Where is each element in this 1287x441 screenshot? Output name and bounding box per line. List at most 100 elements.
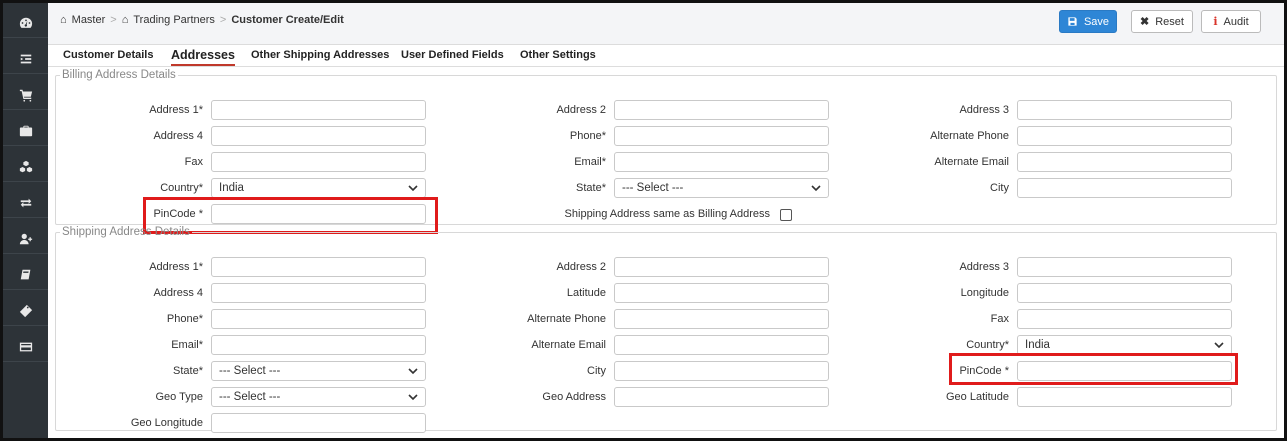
billing-address2-input[interactable] xyxy=(614,100,829,120)
sidebar xyxy=(3,3,48,438)
chevron-down-icon xyxy=(1214,342,1224,349)
billing-address4-input[interactable] xyxy=(211,126,426,146)
home-icon: ⌂ xyxy=(60,14,67,26)
reset-button-label: Reset xyxy=(1155,15,1184,28)
shipping-geo-type-select[interactable]: --- Select --- xyxy=(211,387,426,407)
shipping-longitude-input[interactable] xyxy=(1017,283,1232,303)
shipping-address2-input[interactable] xyxy=(614,257,829,277)
save-button-label: Save xyxy=(1083,15,1110,28)
billing-country-select[interactable]: India xyxy=(211,178,426,198)
shipping-geo-longitude-input[interactable] xyxy=(211,413,426,433)
exchange-icon[interactable] xyxy=(3,189,48,218)
shipping-state-label: State* xyxy=(173,365,203,377)
billing-alt-email-label: Alternate Email xyxy=(934,156,1009,168)
shipping-geo-longitude-label: Geo Longitude xyxy=(130,417,203,429)
reset-button[interactable]: ✖ Reset xyxy=(1131,10,1193,33)
card-icon[interactable] xyxy=(3,333,48,362)
billing-address1-input[interactable] xyxy=(211,100,426,120)
same-as-billing-label: Shipping Address same as Billing Address xyxy=(564,208,770,220)
audit-button-label: Audit xyxy=(1223,15,1249,28)
billing-country-value: India xyxy=(219,182,244,194)
billing-section-title: Billing Address Details xyxy=(62,69,176,81)
shipping-city-input[interactable] xyxy=(614,361,829,381)
top-bar: ⌂ Master > ⌂ Trading Partners > Customer… xyxy=(48,3,1284,45)
billing-address4-label: Address 4 xyxy=(153,130,203,142)
dashboard-icon[interactable] xyxy=(3,9,48,38)
close-icon: ✖ xyxy=(1140,16,1150,28)
tab-addresses[interactable]: Addresses xyxy=(171,48,235,66)
shipping-pincode-input[interactable] xyxy=(1017,361,1232,381)
same-as-billing-checkbox[interactable] xyxy=(780,209,792,221)
shipping-alt-email-label: Alternate Email xyxy=(531,339,606,351)
shipping-geo-address-input[interactable] xyxy=(614,387,829,407)
shipping-phone-input[interactable] xyxy=(211,309,426,329)
breadcrumb: ⌂ Master > ⌂ Trading Partners > Customer… xyxy=(60,14,344,26)
shipping-country-value: India xyxy=(1025,339,1050,351)
cart-icon[interactable] xyxy=(3,81,48,110)
billing-pincode-input[interactable] xyxy=(211,204,426,224)
tag-icon[interactable] xyxy=(3,297,48,326)
breadcrumb-item-trading-partners[interactable]: Trading Partners xyxy=(133,14,215,26)
shipping-pincode-label: PinCode * xyxy=(959,365,1009,377)
shipping-country-select[interactable]: India xyxy=(1017,335,1232,355)
menu-indent-icon[interactable] xyxy=(3,45,48,74)
shipping-geo-type-label: Geo Type xyxy=(155,391,204,403)
shipping-address4-label: Address 4 xyxy=(153,287,203,299)
billing-phone-label: Phone* xyxy=(569,130,606,142)
tab-user-defined-fields[interactable]: User Defined Fields xyxy=(401,49,504,61)
tab-customer-details[interactable]: Customer Details xyxy=(63,49,153,61)
billing-address3-input[interactable] xyxy=(1017,100,1232,120)
shipping-address1-input[interactable] xyxy=(211,257,426,277)
floppy-icon xyxy=(1068,17,1077,26)
shipping-country-label: Country* xyxy=(966,339,1009,351)
shipping-address4-input[interactable] xyxy=(211,283,426,303)
billing-city-input[interactable] xyxy=(1017,178,1232,198)
shipping-address3-input[interactable] xyxy=(1017,257,1232,277)
briefcase-icon[interactable] xyxy=(3,117,48,146)
shipping-alt-phone-input[interactable] xyxy=(614,309,829,329)
shipping-geo-type-value: --- Select --- xyxy=(219,391,281,403)
billing-state-label: State* xyxy=(576,182,606,194)
billing-pincode-label: PinCode * xyxy=(153,208,203,220)
audit-button[interactable]: i Audit xyxy=(1201,10,1261,33)
billing-alt-email-input[interactable] xyxy=(1017,152,1232,172)
shipping-fax-input[interactable] xyxy=(1017,309,1232,329)
shipping-phone-label: Phone* xyxy=(166,313,203,325)
tab-other-settings[interactable]: Other Settings xyxy=(520,49,596,61)
shipping-address2-label: Address 2 xyxy=(556,261,606,273)
billing-fax-input[interactable] xyxy=(211,152,426,172)
shipping-latitude-input[interactable] xyxy=(614,283,829,303)
shipping-email-label: Email* xyxy=(171,339,203,351)
shipping-address3-label: Address 3 xyxy=(959,261,1009,273)
shipping-section: Shipping Address Details Address 1* Addr… xyxy=(55,226,1277,433)
book-icon[interactable] xyxy=(3,261,48,290)
user-plus-icon[interactable] xyxy=(3,225,48,254)
billing-email-label: Email* xyxy=(574,156,606,168)
cubes-icon[interactable] xyxy=(3,153,48,182)
save-button[interactable]: Save xyxy=(1059,10,1117,33)
breadcrumb-current: Customer Create/Edit xyxy=(231,14,344,26)
shipping-address1-label: Address 1* xyxy=(149,261,203,273)
chevron-down-icon xyxy=(408,394,418,401)
shipping-alt-phone-label: Alternate Phone xyxy=(527,313,606,325)
billing-state-value: --- Select --- xyxy=(622,182,684,194)
shipping-state-select[interactable]: --- Select --- xyxy=(211,361,426,381)
shipping-email-input[interactable] xyxy=(211,335,426,355)
billing-email-input[interactable] xyxy=(614,152,829,172)
shipping-alt-email-input[interactable] xyxy=(614,335,829,355)
shipping-latitude-label: Latitude xyxy=(566,287,606,299)
billing-state-select[interactable]: --- Select --- xyxy=(614,178,829,198)
tab-other-shipping-addresses[interactable]: Other Shipping Addresses xyxy=(251,49,389,61)
app-frame: ⌂ Master > ⌂ Trading Partners > Customer… xyxy=(3,3,1284,438)
info-icon: i xyxy=(1213,15,1218,28)
breadcrumb-separator: > xyxy=(110,14,117,26)
billing-phone-input[interactable] xyxy=(614,126,829,146)
chevron-down-icon xyxy=(408,185,418,192)
shipping-geo-latitude-input[interactable] xyxy=(1017,387,1232,407)
shipping-fax-label: Fax xyxy=(990,313,1009,325)
billing-alt-phone-input[interactable] xyxy=(1017,126,1232,146)
shipping-state-value: --- Select --- xyxy=(219,365,281,377)
tab-bar: Customer Details Addresses Other Shippin… xyxy=(48,44,1284,67)
breadcrumb-item-master[interactable]: Master xyxy=(72,14,106,26)
billing-city-label: City xyxy=(990,182,1009,194)
